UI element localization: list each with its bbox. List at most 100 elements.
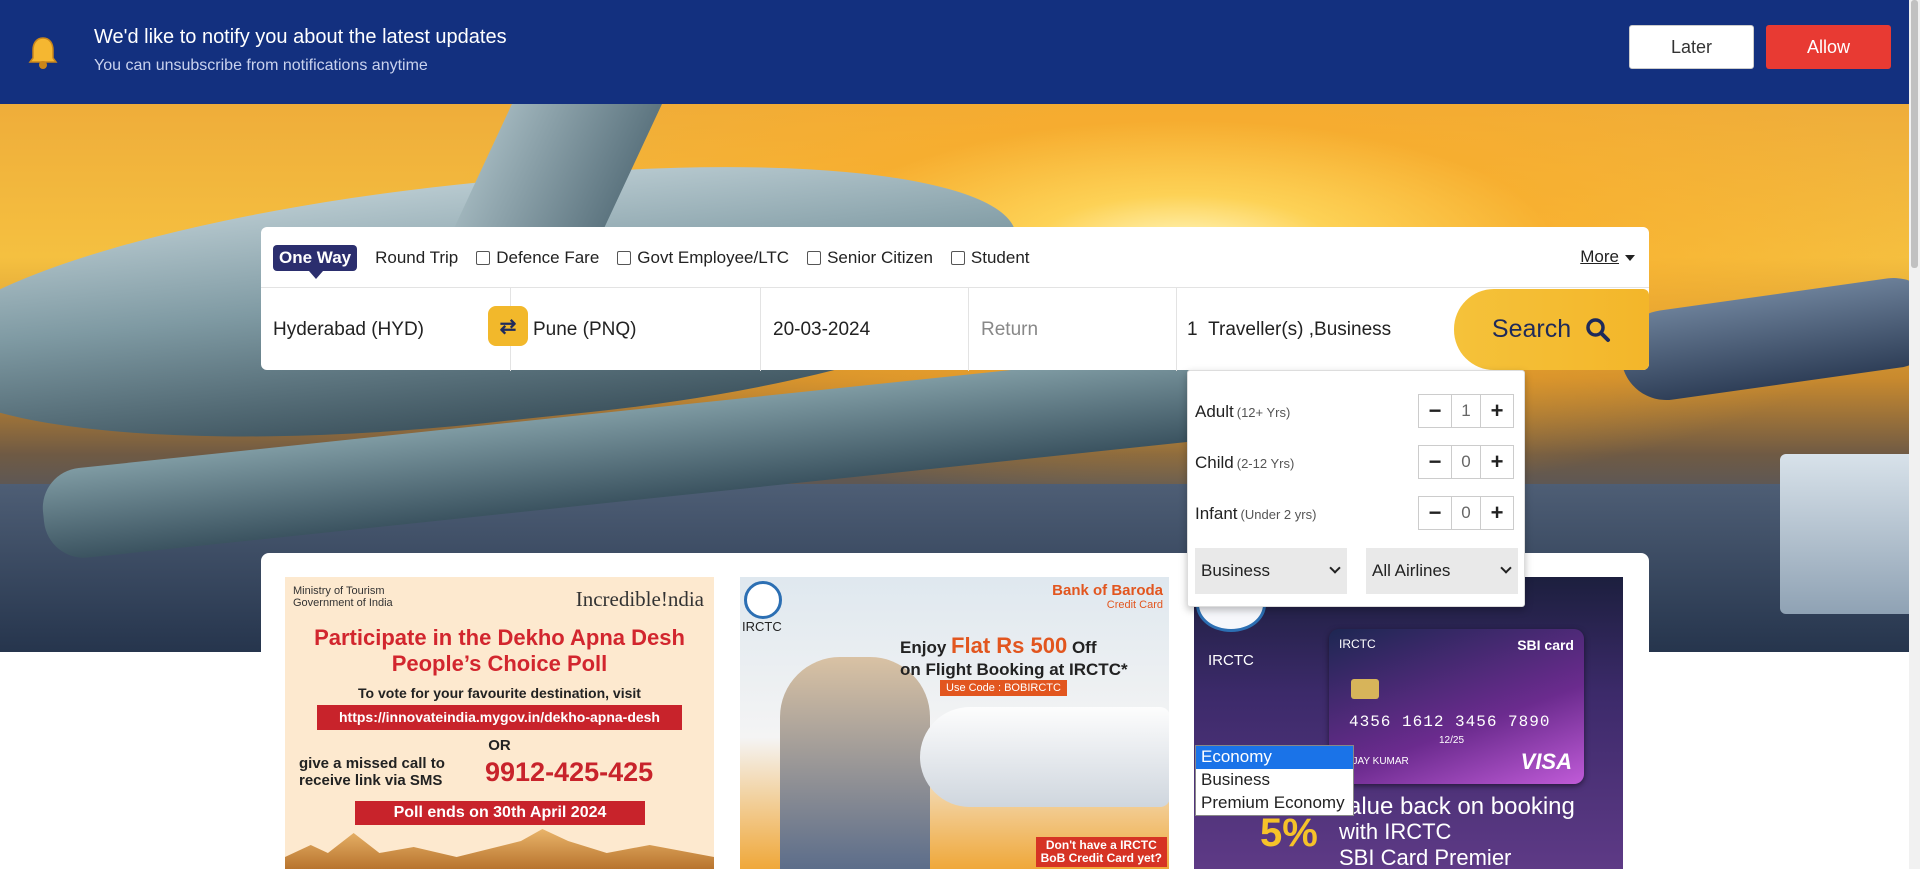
offer-off: Off — [1071, 638, 1097, 657]
trip-options: One Way Round Trip Defence Fare Govt Emp… — [273, 245, 1030, 279]
minus-icon[interactable]: − — [1419, 497, 1451, 529]
ministry-label: Ministry of Tourism Government of India — [293, 585, 393, 609]
sbi-offer-text: with IRCTC SBI Card Premier — [1339, 819, 1511, 869]
airline-select[interactable]: All Airlines — [1366, 548, 1518, 594]
scrollbar-thumb[interactable] — [1911, 0, 1918, 268]
allow-button[interactable]: Allow — [1766, 25, 1891, 69]
class-option-premium-economy[interactable]: Premium Economy — [1196, 792, 1353, 815]
minus-icon[interactable]: − — [1419, 446, 1451, 478]
sbi-offer-line-2: with IRCTC — [1339, 819, 1452, 844]
more-dropdown[interactable]: More — [1580, 247, 1635, 267]
poll-url: https://innovateindia.mygov.in/dekho-apn… — [317, 705, 682, 730]
traveller-summary: Traveller(s) ,Business — [1208, 318, 1392, 340]
senior-citizen-option[interactable]: Senior Citizen — [807, 248, 933, 268]
card-expiry: 12/25 — [1439, 735, 1465, 746]
sbi-offer-line-1: value back on booking — [1336, 793, 1575, 820]
infant-stepper: − 0 + — [1418, 496, 1514, 530]
infant-label: Infant — [1195, 504, 1238, 523]
plane-photo — [920, 707, 1169, 807]
infant-count: 0 — [1451, 497, 1481, 529]
poll-prompt: To vote for your favourite destination, … — [358, 685, 641, 701]
service-truck — [1780, 454, 1909, 614]
missed-call-text: give a missed call to receive link via S… — [299, 755, 445, 789]
offer-detail: on Flight Booking at IRCTC* — [900, 660, 1128, 679]
poll-phone-number: 9912-425-425 — [485, 757, 654, 787]
defence-fare-checkbox[interactable] — [476, 251, 491, 265]
offer-text: Enjoy Flat Rs 500 Off on Flight Booking … — [900, 635, 1128, 681]
infant-row: Infant (Under 2 yrs) − 0 + — [1195, 496, 1520, 532]
child-stepper: − 0 + — [1418, 445, 1514, 479]
govt-employee-option[interactable]: Govt Employee/LTC — [617, 248, 789, 268]
offer-amount: Flat Rs 500 — [951, 633, 1068, 658]
child-row: Child (2-12 Yrs) − 0 + — [1195, 445, 1520, 481]
poll-headline-line-2: People’s Choice Poll — [391, 651, 608, 676]
departure-date-field[interactable]: 20-03-2024 — [761, 288, 969, 371]
search-button[interactable]: Search — [1454, 289, 1649, 370]
swap-icon[interactable]: ⇄ — [488, 306, 528, 346]
bell-icon — [28, 37, 58, 69]
airline-select-value: All Airlines — [1372, 561, 1451, 580]
govt-employee-label: Govt Employee/LTC — [637, 248, 790, 267]
irctc-label: IRCTC — [742, 619, 782, 634]
poll-headline: Participate in the Dekho Apna Desh Peopl… — [285, 625, 714, 677]
from-field[interactable]: Hyderabad (HYD) — [261, 288, 511, 371]
infant-age-note: (Under 2 yrs) — [1240, 506, 1317, 522]
class-select-value: Business — [1201, 561, 1270, 580]
bank-card-label: Credit Card — [1106, 599, 1163, 611]
class-select[interactable]: Business — [1195, 548, 1347, 594]
card-number: 4356 1612 3456 7890 — [1349, 713, 1551, 731]
chevron-down-icon — [1329, 562, 1341, 574]
caret-down-icon — [1625, 254, 1635, 261]
poll-headline-line-1: Participate in the Dekho Apna Desh — [314, 625, 685, 650]
bob-cta-line-2: BoB Credit Card yet? — [1040, 851, 1162, 865]
bank-of-baroda-logo: Bank of Baroda Credit Card — [1052, 583, 1163, 613]
chevron-down-icon — [1500, 562, 1512, 574]
promo-card-sbi-card[interactable]: IRCTC IRCTC SBI card 4356 1612 3456 7890… — [1194, 577, 1623, 869]
missed-call-line-2: receive link via SMS — [299, 772, 443, 789]
to-field[interactable]: Pune (PNQ) — [511, 288, 761, 371]
plus-icon[interactable]: + — [1481, 446, 1513, 478]
traveller-dropdown: Adult (12+ Yrs) − 1 + Child (2-12 Yrs) − 0… — [1187, 370, 1525, 607]
return-date-field[interactable]: Return — [969, 288, 1177, 371]
defence-fare-option[interactable]: Defence Fare — [476, 248, 599, 268]
traveller-field[interactable]: 1 Traveller(s) ,Business — [1177, 288, 1457, 371]
card-brand-sbi: SBI card — [1517, 637, 1574, 653]
irctc-label: IRCTC — [1208, 652, 1254, 669]
promo-card-bob-offer[interactable]: IRCTC Bank of Baroda Credit Card Enjoy F… — [740, 577, 1169, 869]
adult-label: Adult — [1195, 402, 1234, 421]
visa-logo: VISA — [1520, 749, 1572, 774]
notification-subtitle: You can unsubscribe from notifications a… — [94, 57, 428, 74]
plus-icon[interactable]: + — [1481, 497, 1513, 529]
poll-end-banner: Poll ends on 30th April 2024 — [355, 801, 645, 825]
minus-icon[interactable]: − — [1419, 395, 1451, 427]
student-option[interactable]: Student — [950, 248, 1030, 268]
defence-fare-label: Defence Fare — [496, 248, 600, 267]
bob-card-cta: Don't have a IRCTC BoB Credit Card yet? — [1035, 837, 1167, 867]
missed-call-line-1: give a missed call to — [299, 755, 445, 772]
senior-citizen-checkbox[interactable] — [807, 251, 822, 265]
card-brand-irctc: IRCTC — [1339, 637, 1376, 651]
class-option-business[interactable]: Business — [1196, 769, 1353, 792]
later-button[interactable]: Later — [1629, 25, 1754, 69]
notification-title: We'd like to notify you about the latest… — [94, 26, 507, 48]
tab-round-trip[interactable]: Round Trip — [375, 248, 458, 268]
class-options-list: Economy Business Premium Economy — [1195, 745, 1354, 816]
temple-illustration — [285, 829, 714, 869]
flight-search-panel: One Way Round Trip Defence Fare Govt Emp… — [261, 227, 1649, 371]
family-photo — [780, 657, 930, 869]
student-checkbox[interactable] — [950, 251, 965, 265]
promo-card-tourism-poll[interactable]: Ministry of Tourism Government of India … — [285, 577, 714, 869]
class-option-economy[interactable]: Economy — [1196, 746, 1353, 769]
senior-citizen-label: Senior Citizen — [827, 248, 933, 267]
adult-row: Adult (12+ Yrs) − 1 + — [1195, 394, 1520, 430]
child-label: Child — [1195, 453, 1234, 472]
irctc-logo — [744, 581, 782, 619]
search-label: Search — [1491, 315, 1572, 343]
plus-icon[interactable]: + — [1481, 395, 1513, 427]
tab-one-way[interactable]: One Way — [273, 245, 358, 279]
page-scrollbar[interactable] — [1909, 0, 1920, 869]
govt-employee-checkbox[interactable] — [617, 251, 632, 265]
sbi-offer-percent: 5% — [1260, 811, 1318, 855]
adult-count: 1 — [1451, 395, 1481, 427]
bank-name: Bank of Baroda — [1052, 582, 1163, 599]
